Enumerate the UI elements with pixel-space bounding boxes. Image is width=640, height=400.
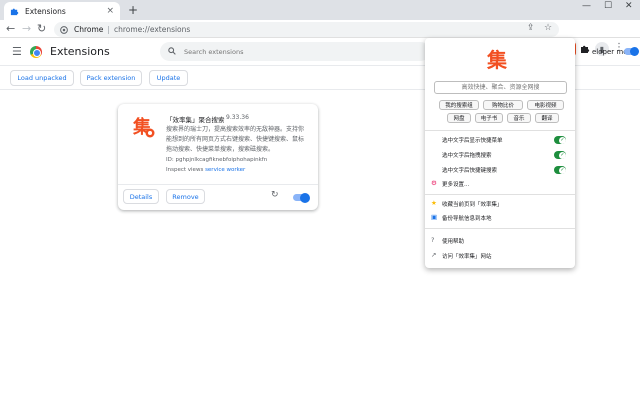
extension-version: 9.33.36 (226, 114, 249, 121)
developer-mode-toggle[interactable] (624, 46, 639, 56)
pack-extension-button[interactable]: Pack extension (80, 70, 142, 86)
tab-extensions[interactable]: Extensions × (4, 2, 120, 20)
save-icon: ▣ (431, 213, 438, 221)
reload-extension-icon[interactable]: ↻ (271, 190, 279, 200)
browser-toolbar: ← → ↻ Chrome | chrome://extensions ⇪ ☆ 集… (0, 20, 640, 56)
extension-enable-toggle[interactable] (293, 192, 310, 203)
extension-description: 搜索界的瑞士刀，提高搜索效率的无敌神器。支持你能想到的所有网页方式右键搜索、快捷… (166, 126, 305, 153)
extension-logo-icon: 集 (132, 114, 156, 138)
tab-strip: Extensions × + — ☐ ✕ (0, 0, 640, 20)
maximize-icon[interactable]: ☐ (604, 1, 612, 11)
toggle-drag-search[interactable] (554, 151, 566, 159)
popup-divider (425, 130, 575, 131)
chip-shopping[interactable]: 购物比价 (483, 100, 523, 110)
chip-translate[interactable]: 翻译 (535, 113, 559, 123)
service-worker-link[interactable]: service worker (205, 167, 245, 173)
search-input[interactable] (184, 47, 404, 56)
details-button[interactable]: Details (123, 189, 159, 204)
toggle-label-drag: 选中文字后拖拽搜索 (442, 153, 492, 159)
hamburger-menu-icon[interactable]: ☰ (12, 45, 22, 58)
chip-ebook[interactable]: 电子书 (475, 113, 503, 123)
chrome-logo-icon (30, 46, 42, 58)
chip-movies[interactable]: 电影视频 (527, 100, 564, 110)
chrome-icon (60, 25, 68, 34)
chip-my-search[interactable]: 我的搜索组 (439, 100, 479, 110)
close-icon[interactable]: × (106, 6, 114, 16)
chip-music[interactable]: 音乐 (507, 113, 531, 123)
toggle-label-menu: 选中文字后显示快捷菜单 (442, 138, 503, 144)
star-icon: ★ (431, 199, 437, 207)
omnibox-url: chrome://extensions (113, 25, 191, 34)
puzzle-icon (10, 7, 19, 16)
toggle-quick-menu[interactable] (554, 136, 566, 144)
load-unpacked-button[interactable]: Load unpacked (10, 70, 74, 86)
visit-site-link[interactable]: 访问「效率集」网站 (442, 252, 492, 260)
inspect-views-label: Inspect views (166, 167, 204, 173)
back-icon[interactable]: ← (6, 22, 15, 36)
more-settings-link[interactable]: 更多设置... (442, 180, 469, 188)
extension-card: 集 「效率集」聚合搜索 9.33.36 搜索界的瑞士刀，提高搜索效率的无敌神器。… (118, 104, 318, 210)
update-button[interactable]: Update (149, 70, 188, 86)
popup-logo: 集 (487, 48, 507, 72)
reload-icon[interactable]: ↻ (37, 22, 46, 36)
external-link-icon: ↗ (431, 251, 437, 259)
bookmark-page-link[interactable]: 收藏当前页到「效率集」 (442, 200, 503, 208)
search-bar[interactable] (160, 42, 430, 61)
extension-popup: 集 我的搜索组 购物比价 电影视频 网盘 电子书 音乐 翻译 选中文字后显示快捷… (425, 38, 575, 268)
page-title: Extensions (50, 45, 110, 58)
backup-link[interactable]: 备份导航信息到本地 (442, 214, 492, 222)
gear-icon: ⚙ (431, 179, 437, 187)
star-icon[interactable]: ☆ (544, 23, 552, 33)
search-icon (168, 46, 176, 57)
inspect-views: Inspect views service worker (166, 167, 245, 173)
window-close-icon[interactable]: ✕ (625, 1, 633, 11)
card-divider (118, 184, 318, 185)
chip-cloud-drive[interactable]: 网盘 (447, 113, 471, 123)
forward-icon[interactable]: → (22, 22, 31, 36)
tab-title: Extensions (25, 6, 66, 16)
toggle-hotkey-search[interactable] (554, 166, 566, 174)
share-icon[interactable]: ⇪ (527, 23, 535, 33)
extension-id: ID: pghpjnlkcagfiknebfoiphohapinkfn (166, 157, 268, 163)
help-icon: ? (431, 236, 435, 244)
popup-divider (425, 194, 575, 195)
help-link[interactable]: 使用帮助 (442, 237, 464, 245)
omnibox[interactable]: Chrome | chrome://extensions ⇪ ☆ (54, 22, 559, 37)
minimize-icon[interactable]: — (582, 1, 591, 11)
omnibox-separator: | (107, 25, 110, 34)
omnibox-site: Chrome (74, 25, 104, 34)
toggle-label-hotkey: 选中文字后快捷键搜索 (442, 168, 498, 174)
popup-divider (425, 228, 575, 229)
remove-button[interactable]: Remove (166, 189, 205, 204)
new-tab-button[interactable]: + (128, 3, 138, 17)
popup-search-input[interactable] (434, 81, 567, 94)
extension-name: 「效率集」聚合搜索 (166, 116, 225, 124)
